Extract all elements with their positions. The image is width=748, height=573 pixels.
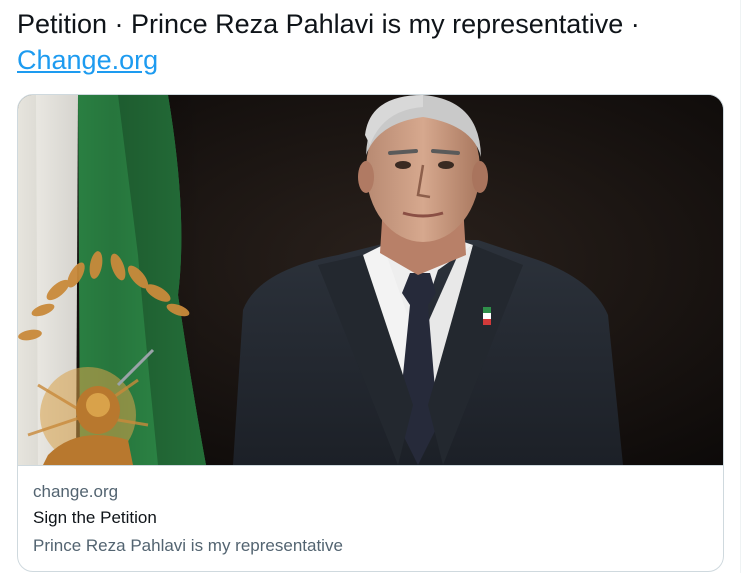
- scroll-edge-divider: [740, 0, 748, 573]
- tweet-body-text: Petition · Prince Reza Pahlavi is my rep…: [17, 9, 640, 39]
- card-description: Prince Reza Pahlavi is my representative: [33, 536, 343, 555]
- card-image[interactable]: [18, 95, 723, 465]
- flag: [18, 95, 208, 465]
- link-preview-card[interactable]: change.org Sign the Petition Prince Reza…: [17, 94, 724, 572]
- card-title: Sign the Petition: [33, 508, 157, 527]
- card-domain: change.org: [33, 482, 119, 501]
- card-meta[interactable]: change.org Sign the Petition Prince Reza…: [18, 465, 723, 571]
- tweet-link[interactable]: Change.org: [17, 45, 158, 75]
- tweet-text: Petition · Prince Reza Pahlavi is my rep…: [17, 6, 729, 78]
